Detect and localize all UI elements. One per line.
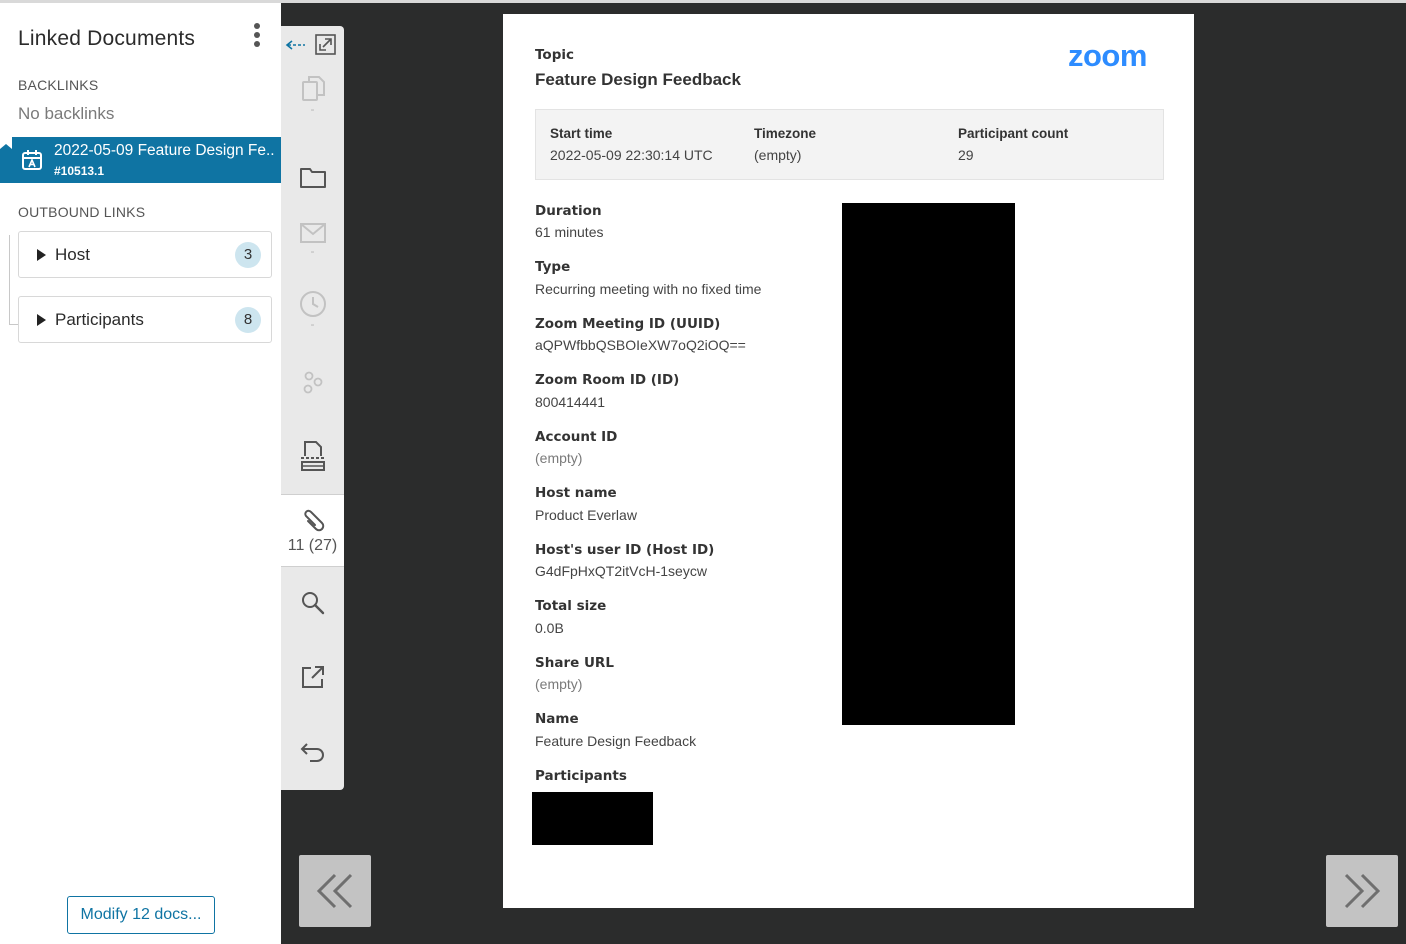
field-label: Duration — [535, 203, 602, 219]
search-tool[interactable] — [281, 589, 344, 617]
outbound-group-participants[interactable]: Participants 8 — [18, 296, 272, 343]
previous-document-button[interactable] — [299, 855, 371, 927]
tree-connector — [9, 235, 10, 325]
back-tool[interactable] — [281, 738, 344, 764]
field-value: (empty) — [535, 450, 583, 466]
production-tool[interactable] — [281, 439, 344, 473]
zoom-logo: zoom — [1068, 38, 1147, 73]
redaction-box — [532, 792, 653, 845]
double-chevron-right-icon — [1344, 873, 1381, 909]
field-value: 0.0B — [535, 620, 564, 636]
double-chevron-left-icon — [316, 873, 353, 909]
tool-status: - — [310, 317, 315, 331]
redaction-box — [842, 203, 1015, 725]
backlinks-heading: BACKLINKS — [18, 77, 99, 93]
summary-label: Timezone — [754, 126, 817, 141]
field-value: Product Everlaw — [535, 507, 637, 523]
paperclip-icon — [303, 509, 324, 532]
clusters-icon — [303, 371, 322, 394]
summary-value: 2022-05-09 22:30:14 UTC — [550, 147, 713, 163]
field-label: Host name — [535, 485, 617, 501]
external-link-icon — [301, 666, 324, 688]
group-count-badge: 3 — [235, 242, 261, 268]
field-label: Total size — [535, 598, 607, 614]
field-value: Feature Design Feedback — [535, 733, 697, 749]
outbound-links-heading: OUTBOUND LINKS — [18, 204, 146, 220]
field-label: Type — [535, 259, 571, 275]
calendar-icon — [22, 150, 42, 170]
field-value: Recurring meeting with no fixed time — [535, 281, 762, 297]
envelope-icon — [299, 223, 326, 243]
field-value: 800414441 — [535, 394, 606, 410]
field-label: Host's user ID (Host ID) — [535, 542, 715, 558]
summary-label: Participant count — [958, 126, 1069, 141]
field-value: 61 minutes — [535, 224, 604, 240]
bookmark-icon — [0, 137, 12, 149]
duplicates-tool[interactable]: - — [281, 74, 344, 116]
document-page: Topic Feature Design Feedback zoom Start… — [503, 14, 1194, 908]
topic-label: Topic — [535, 47, 574, 63]
field-label: Account ID — [535, 429, 618, 445]
summary-start-time: Start time 2022-05-09 22:30:14 UTC — [550, 126, 713, 163]
collapse-arrow-icon[interactable] — [285, 40, 305, 50]
panel-collapse-controls — [281, 32, 344, 58]
open-external-tool[interactable] — [281, 663, 344, 691]
copies-icon — [301, 76, 325, 101]
topic-value: Feature Design Feedback — [535, 70, 741, 89]
folder-icon — [299, 168, 326, 188]
participants-label: Participants — [535, 768, 627, 784]
expand-triangle-icon — [37, 314, 46, 326]
context-toolbar: - - - 11 (27) — [281, 26, 344, 790]
field-label: Zoom Room ID (ID) — [535, 372, 680, 388]
summary-participant-count: Participant count 29 — [958, 126, 1068, 163]
summary-value: 29 — [958, 147, 974, 163]
tool-status: - — [310, 102, 315, 116]
summary-value: (empty) — [754, 147, 802, 163]
expand-triangle-icon — [37, 249, 46, 261]
outbound-group-host[interactable]: Host 3 — [18, 231, 272, 278]
current-document-item[interactable]: 2022-05-09 Feature Design Fe... #10513.1 — [0, 137, 281, 183]
field-value: G4dFpHxQT2itVcH-1seycw — [535, 563, 707, 579]
current-document-title: 2022-05-09 Feature Design Fe... — [54, 142, 274, 159]
field-label: Name — [535, 711, 579, 727]
production-stamp-icon — [300, 441, 325, 471]
field-value: aQPWfbbQSBOIeXW7oQ2iOQ== — [535, 337, 746, 353]
next-document-button[interactable] — [1326, 855, 1398, 927]
summary-timezone: Timezone (empty) — [754, 126, 816, 163]
group-label: Host — [55, 245, 90, 264]
search-icon — [301, 592, 324, 615]
field-value: (empty) — [535, 676, 583, 692]
expand-panel-icon[interactable] — [315, 34, 336, 55]
field-label: Share URL — [535, 655, 614, 671]
current-document-id: #10513.1 — [54, 164, 105, 178]
modify-docs-button[interactable]: Modify 12 docs... — [67, 896, 215, 934]
clock-icon — [299, 291, 326, 317]
meeting-summary-box: Start time 2022-05-09 22:30:14 UTC Timez… — [535, 109, 1164, 180]
linked-documents-panel: Linked Documents BACKLINKS No backlinks … — [0, 3, 281, 944]
tool-status: - — [310, 244, 315, 258]
clusters-tool[interactable] — [281, 368, 344, 398]
group-count-badge: 8 — [235, 307, 261, 333]
summary-label: Start time — [550, 126, 613, 141]
linked-documents-tool[interactable]: 11 (27) — [281, 494, 344, 567]
return-arrow-icon — [300, 743, 324, 762]
backlinks-empty: No backlinks — [18, 104, 115, 123]
history-tool[interactable]: - — [281, 289, 344, 331]
email-thread-tool[interactable]: - — [281, 220, 344, 258]
more-options-icon[interactable] — [248, 23, 266, 53]
group-label: Participants — [55, 310, 144, 329]
linked-documents-count: 11 (27) — [287, 537, 338, 554]
panel-title: Linked Documents — [18, 27, 196, 50]
folder-tool[interactable] — [281, 164, 344, 190]
field-label: Zoom Meeting ID (UUID) — [535, 316, 721, 332]
